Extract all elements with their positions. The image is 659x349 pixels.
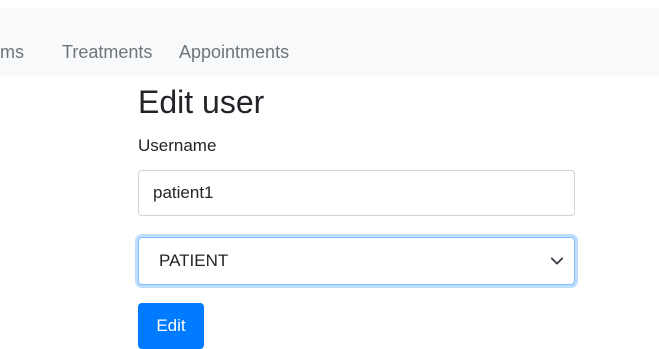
role-select[interactable]: PATIENT — [138, 237, 575, 285]
edit-button[interactable]: Edit — [138, 303, 204, 349]
chevron-down-icon — [550, 257, 564, 265]
nav-link-appointments[interactable]: Appointments — [179, 42, 289, 62]
nav-link-rooms[interactable]: oms — [0, 42, 24, 62]
page-title: Edit user — [138, 84, 265, 120]
username-input[interactable] — [138, 170, 575, 216]
nav-link-treatments[interactable]: Treatments — [62, 42, 152, 62]
role-select-value: PATIENT — [159, 251, 229, 270]
username-label: Username — [138, 136, 217, 155]
navbar: oms Treatments Appointments — [0, 8, 659, 77]
